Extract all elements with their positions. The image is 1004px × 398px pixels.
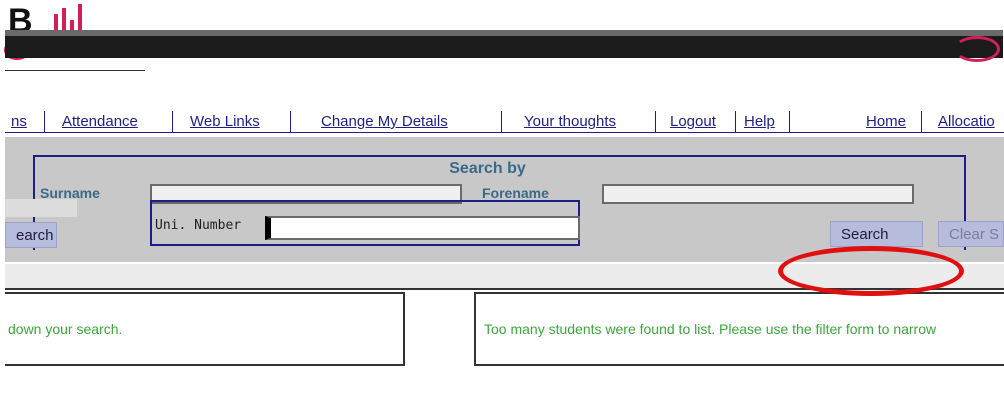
search-button[interactable]: Search	[830, 221, 923, 247]
nav-item-change-my-details[interactable]: Change My Details	[297, 111, 502, 133]
forename-label: Forename	[482, 185, 549, 201]
nav-item-partial[interactable]: ns	[5, 111, 45, 133]
nav-item-allocation[interactable]: Allocatio	[928, 111, 1004, 133]
search-title: Search by	[449, 160, 526, 177]
left-panel-stub	[5, 199, 77, 217]
search-button-left[interactable]: earch	[5, 222, 57, 248]
message-right-text: Too many students were found to list. Pl…	[484, 321, 937, 337]
nav-item-attendance[interactable]: Attendance	[51, 111, 173, 133]
logo-arc-right-icon	[954, 36, 1000, 62]
message-left-text: down your search.	[8, 321, 123, 337]
nav-item-home[interactable]: Home	[860, 111, 922, 133]
header-band	[5, 36, 1003, 58]
main-nav: ns Attendance Web Links Change My Detail…	[5, 111, 1004, 133]
nav-item-your-thoughts[interactable]: Your thoughts	[508, 111, 656, 133]
nav-item-logout[interactable]: Logout	[662, 111, 736, 133]
nav-item-web-links[interactable]: Web Links	[179, 111, 291, 133]
uni-number-label: Uni. Number	[155, 218, 242, 233]
annotation-ellipse	[778, 246, 964, 296]
nav-item-help[interactable]: Help	[738, 111, 790, 133]
uni-number-input[interactable]	[265, 216, 580, 240]
clear-search-button[interactable]: Clear S	[938, 221, 1004, 247]
header-divider	[5, 70, 145, 71]
forename-input[interactable]	[602, 184, 914, 204]
